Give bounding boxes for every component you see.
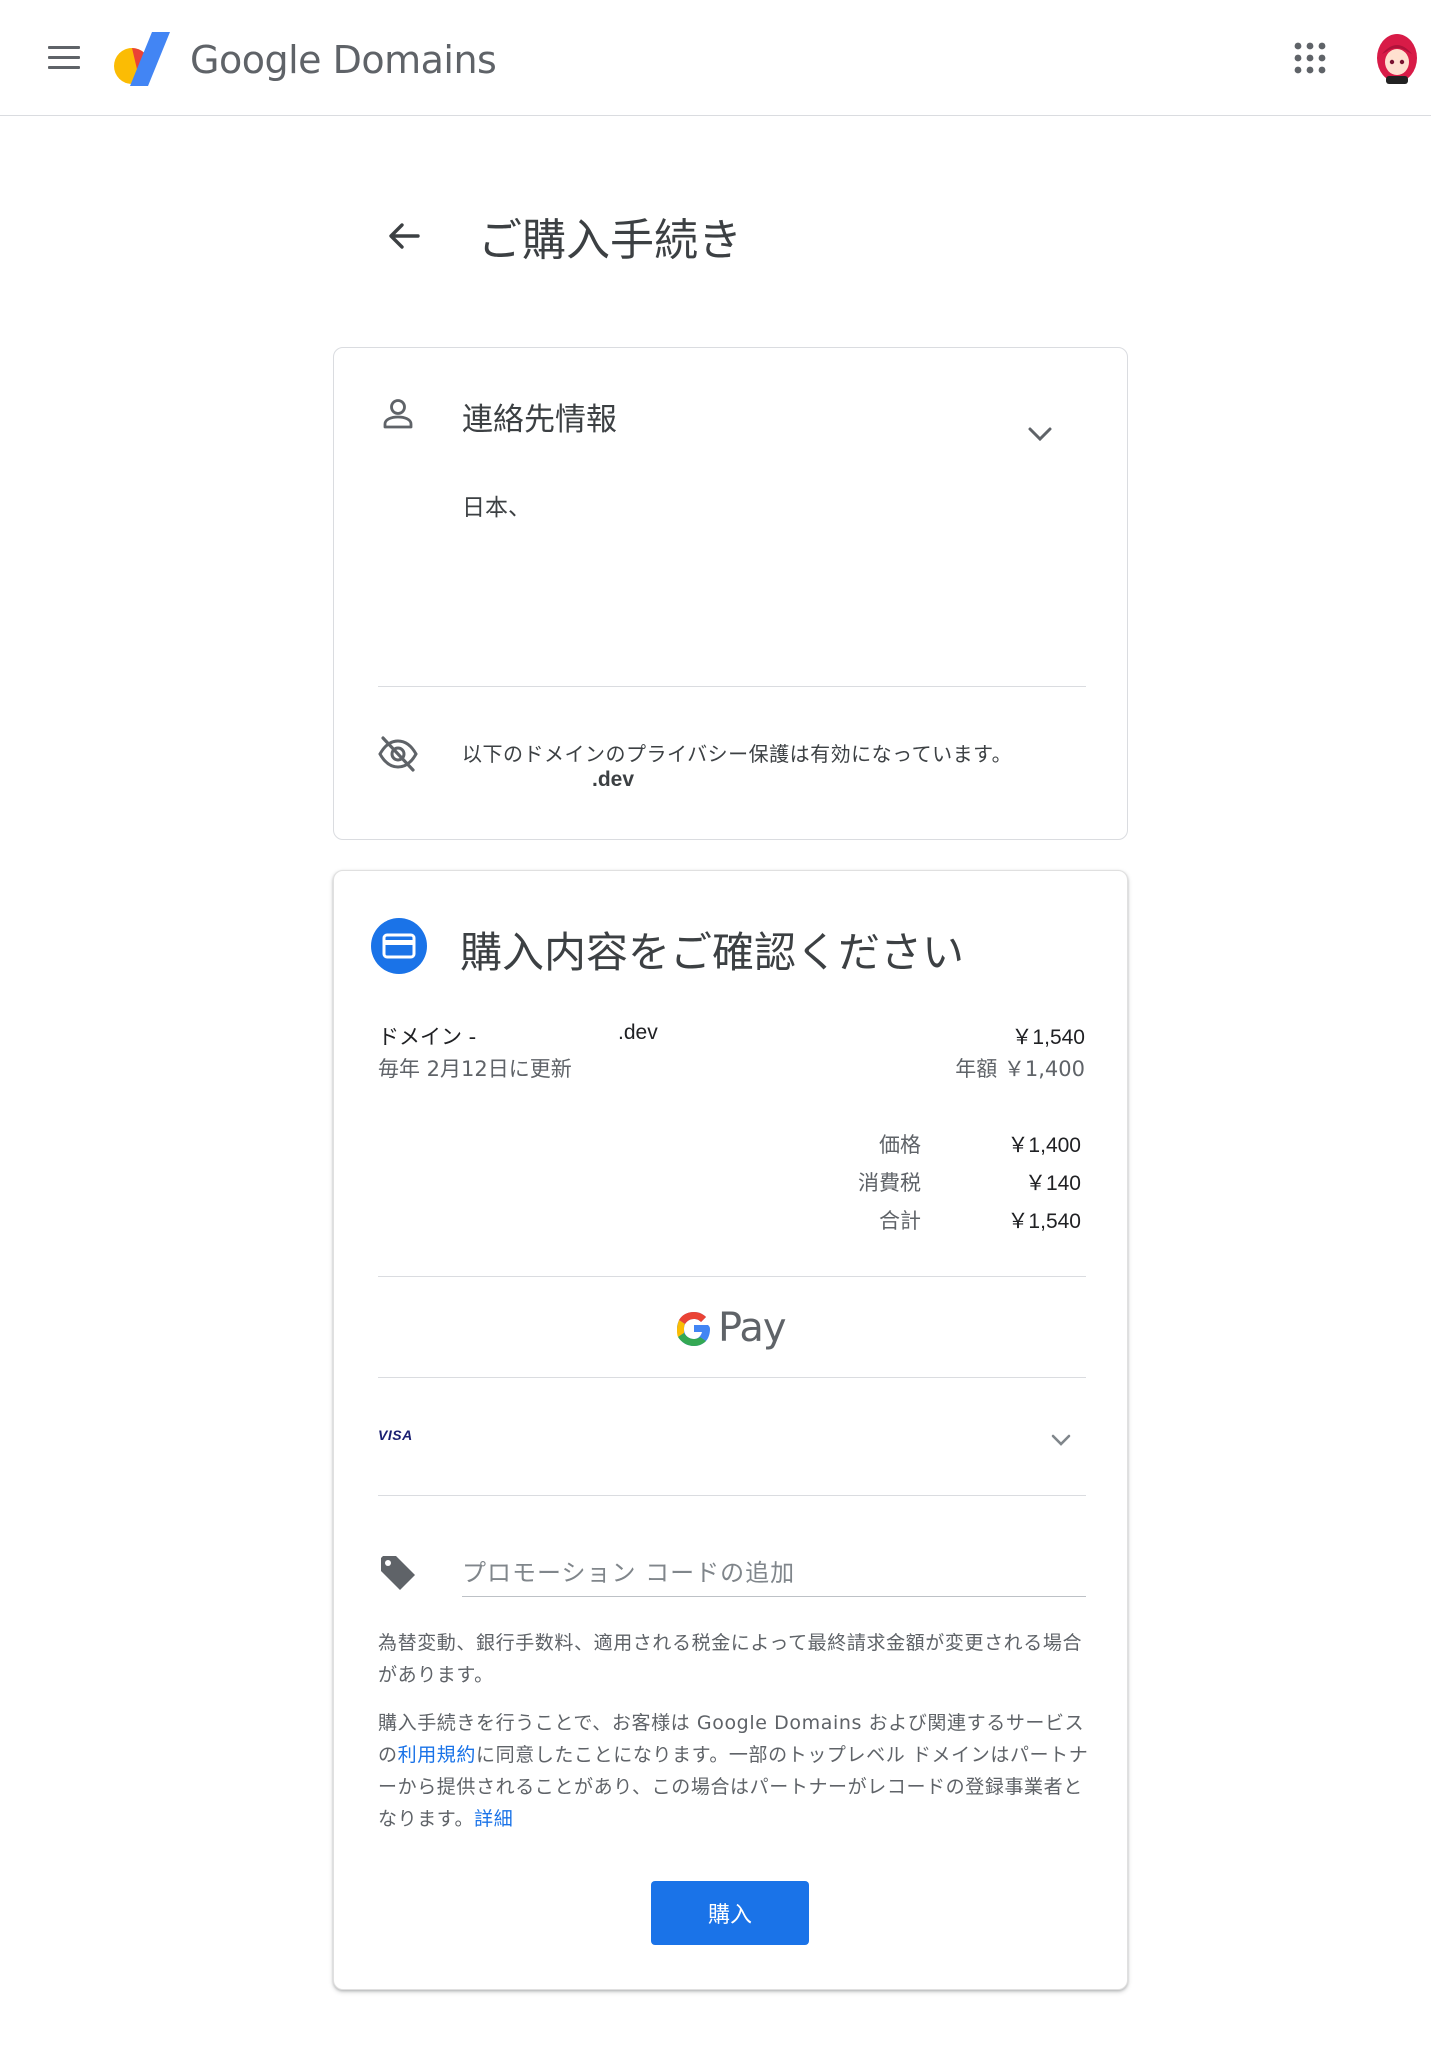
user-avatar[interactable] (1372, 32, 1422, 86)
exchange-rate-note: 為替変動、銀行手数料、適用される税金によって最終請求金額が変更される場合がありま… (378, 1632, 1083, 1686)
arrow-back-icon[interactable] (378, 210, 430, 262)
contact-info-card: 連絡先情報 日本、 以下のドメインのプライバシー保護は有効になっています。 .d… (333, 347, 1128, 840)
summary-value-price: ￥1,400 (1007, 1134, 1081, 1157)
terms-note: 購入手続きを行うことで、お客様は Google Domains および関連するサ… (378, 1707, 1090, 1835)
summary-label-price: 価格 (879, 1133, 921, 1157)
divider (378, 1495, 1086, 1496)
visibility-off-icon (378, 736, 418, 772)
tag-icon (381, 1556, 415, 1590)
divider (378, 1377, 1086, 1378)
line-item-price: ￥1,540 (1011, 1026, 1085, 1049)
renewal-date: 毎年 2月12日に更新 (378, 1057, 572, 1081)
contact-info-title: 連絡先情報 (462, 402, 617, 438)
annual-price: 年額 ￥1,400 (955, 1057, 1085, 1081)
details-link[interactable]: 詳細 (474, 1808, 513, 1830)
payment-method-select[interactable] (378, 1401, 1086, 1481)
purchase-button[interactable]: 購入 (651, 1881, 809, 1945)
google-g-icon (677, 1312, 710, 1346)
order-review-title: 購入内容をご確認ください (460, 928, 965, 977)
order-review-card: 購入内容をご確認ください ドメイン - .dev ￥1,540 毎年 2月12日… (333, 870, 1128, 1990)
brand-name: Google Domains (190, 38, 497, 82)
divider (378, 686, 1086, 687)
summary-label-tax: 消費税 (858, 1171, 921, 1195)
privacy-notice: 以下のドメインのプライバシー保護は有効になっています。 (462, 742, 1013, 766)
contact-country: 日本、 (462, 495, 531, 521)
privacy-domain: .dev (592, 768, 635, 791)
google-pay-logo: Pay (674, 1303, 794, 1355)
chevron-down-icon[interactable] (1022, 416, 1058, 452)
visa-card-logo: VISA (378, 1427, 413, 1443)
apps-grid-icon[interactable] (1290, 38, 1330, 78)
summary-value-tax: ￥140 (1024, 1172, 1081, 1195)
person-icon (383, 399, 413, 429)
chevron-down-icon[interactable] (1046, 1425, 1076, 1455)
promo-code-input[interactable] (462, 1549, 1086, 1597)
summary-value-total: ￥1,540 (1007, 1210, 1081, 1233)
google-pay-label: Pay (718, 1305, 787, 1351)
divider (378, 1276, 1086, 1277)
google-domains-logo[interactable] (112, 30, 174, 88)
menu-icon[interactable] (44, 40, 86, 76)
line-item-name: ドメイン - (378, 1025, 477, 1049)
page-title: ご購入手続き (478, 215, 742, 266)
line-item-tld: .dev (618, 1021, 658, 1044)
terms-of-service-link[interactable]: 利用規約 (398, 1744, 476, 1766)
credit-card-icon (371, 918, 427, 974)
top-app-bar: Google Domains (0, 0, 1431, 116)
summary-label-total: 合計 (879, 1209, 921, 1233)
